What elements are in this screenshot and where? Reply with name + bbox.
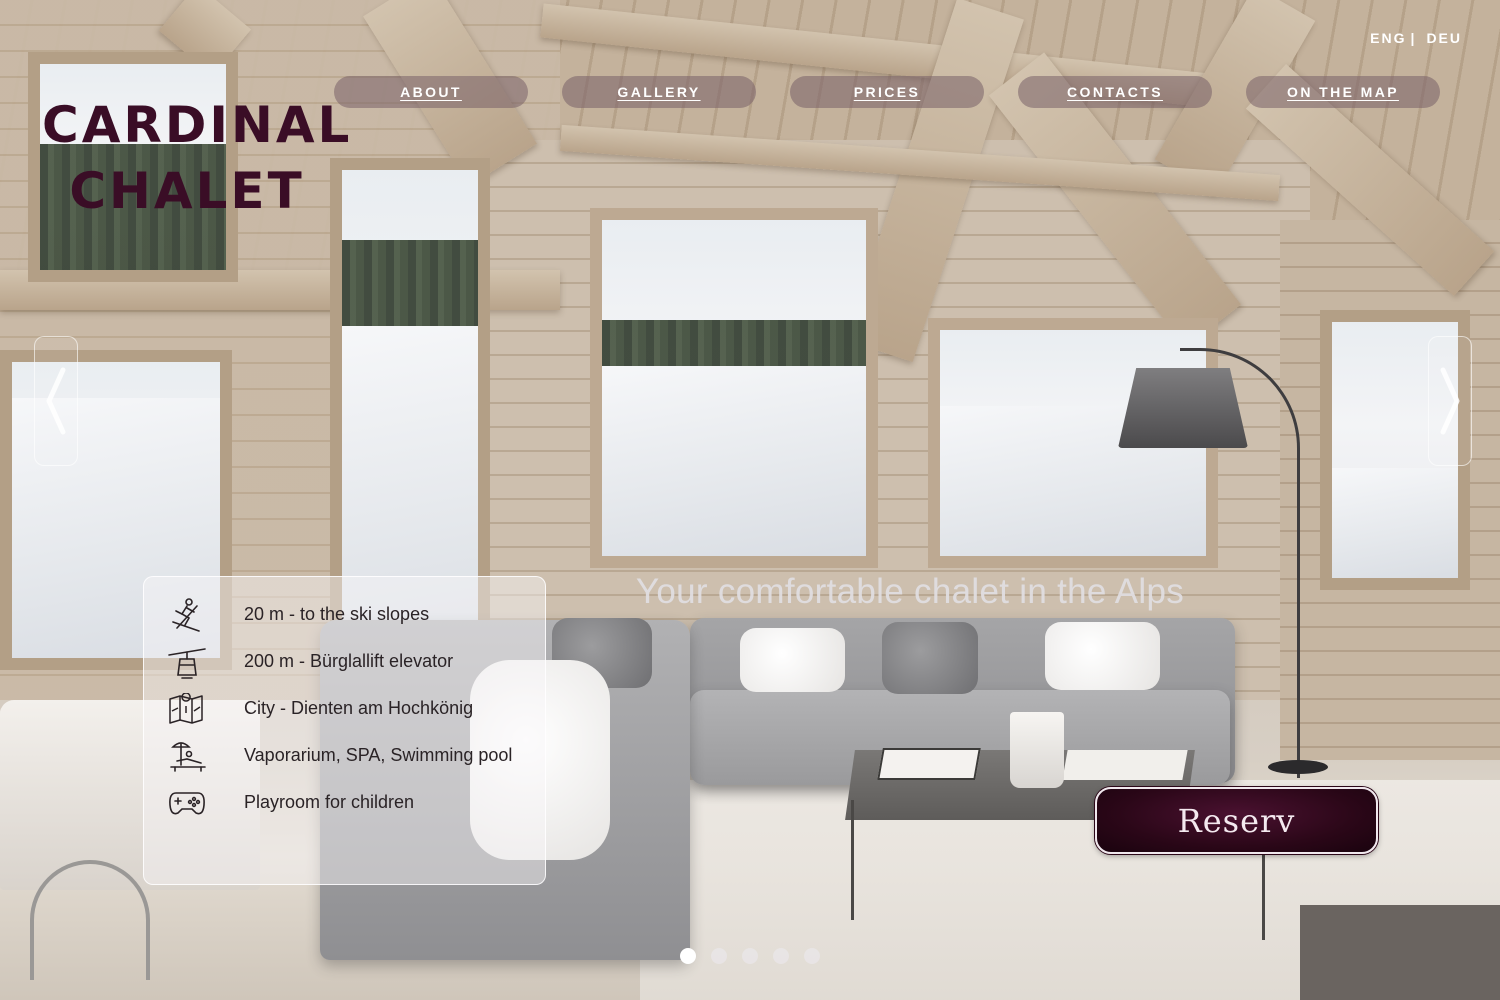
feature-item: 20 m - to the ski slopes — [144, 591, 545, 638]
skier-icon — [166, 596, 208, 634]
feature-text: City - Dienten am Hochkönig — [244, 698, 474, 718]
map-icon — [166, 690, 208, 728]
nav-about[interactable]: ABOUT — [334, 76, 528, 108]
slider-dot[interactable] — [742, 948, 758, 964]
cable-car-icon — [166, 643, 208, 681]
book — [1062, 750, 1188, 780]
slider-next-button[interactable] — [1428, 336, 1472, 466]
nav-gallery[interactable]: GALLERY — [562, 76, 756, 108]
brand-line1: CARDINAL — [42, 96, 353, 154]
features-card: 20 m - to the ski slopes 200 m - Bürglal… — [143, 576, 546, 885]
nav-contacts[interactable]: CONTACTS — [1018, 76, 1212, 108]
feature-item: City - Dienten am Hochkönig — [144, 685, 545, 732]
vase — [1010, 712, 1064, 788]
feature-item: 200 m - Bürglallift elevator — [144, 638, 545, 685]
floor-lamp-base — [1268, 760, 1328, 774]
gamepad-icon — [166, 784, 208, 822]
reserve-button[interactable]: Reserv — [1095, 787, 1378, 854]
table-leg — [851, 800, 854, 920]
slider-dot[interactable] — [680, 948, 696, 964]
slider-dot[interactable] — [773, 948, 789, 964]
slider-dot[interactable] — [804, 948, 820, 964]
pillow — [882, 622, 978, 694]
armchair-frame — [30, 860, 150, 980]
language-switcher: ENG | DEU — [1370, 30, 1462, 46]
main-nav: ABOUT GALLERY PRICES CONTACTS ON THE MAP — [334, 76, 1440, 108]
slider-pagination — [680, 948, 820, 964]
language-deu-link[interactable]: DEU — [1426, 30, 1462, 46]
pillow — [740, 628, 845, 692]
feature-item: Playroom for children — [144, 779, 545, 826]
feature-text: Playroom for children — [244, 792, 415, 812]
brand-line2: CHALET — [69, 162, 305, 220]
window — [590, 208, 878, 568]
nav-on-the-map[interactable]: ON THE MAP — [1246, 76, 1440, 108]
feature-text: Vaporarium, SPA, Swimming pool — [244, 745, 513, 765]
feature-text: 20 m - to the ski slopes — [244, 604, 430, 624]
hero-tagline: Your comfortable chalet in the Alps — [635, 572, 1185, 611]
chevron-right-icon — [1440, 367, 1460, 435]
floor-lamp-shade — [1118, 368, 1248, 448]
slider-prev-button[interactable] — [34, 336, 78, 466]
pillow — [1045, 622, 1160, 690]
sunbed-icon — [166, 737, 208, 775]
language-eng-link[interactable]: ENG — [1370, 30, 1406, 46]
book — [877, 748, 981, 780]
slider-dot[interactable] — [711, 948, 727, 964]
feature-item: Vaporarium, SPA, Swimming pool — [144, 732, 545, 779]
chevron-left-icon — [46, 367, 66, 435]
language-separator: | — [1410, 30, 1417, 46]
feature-text: 200 m - Bürglallift elevator — [244, 651, 454, 671]
rug-dark — [1300, 905, 1500, 1000]
brand-logo[interactable]: CARDINAL CHALET — [42, 92, 353, 224]
nav-prices[interactable]: PRICES — [790, 76, 984, 108]
